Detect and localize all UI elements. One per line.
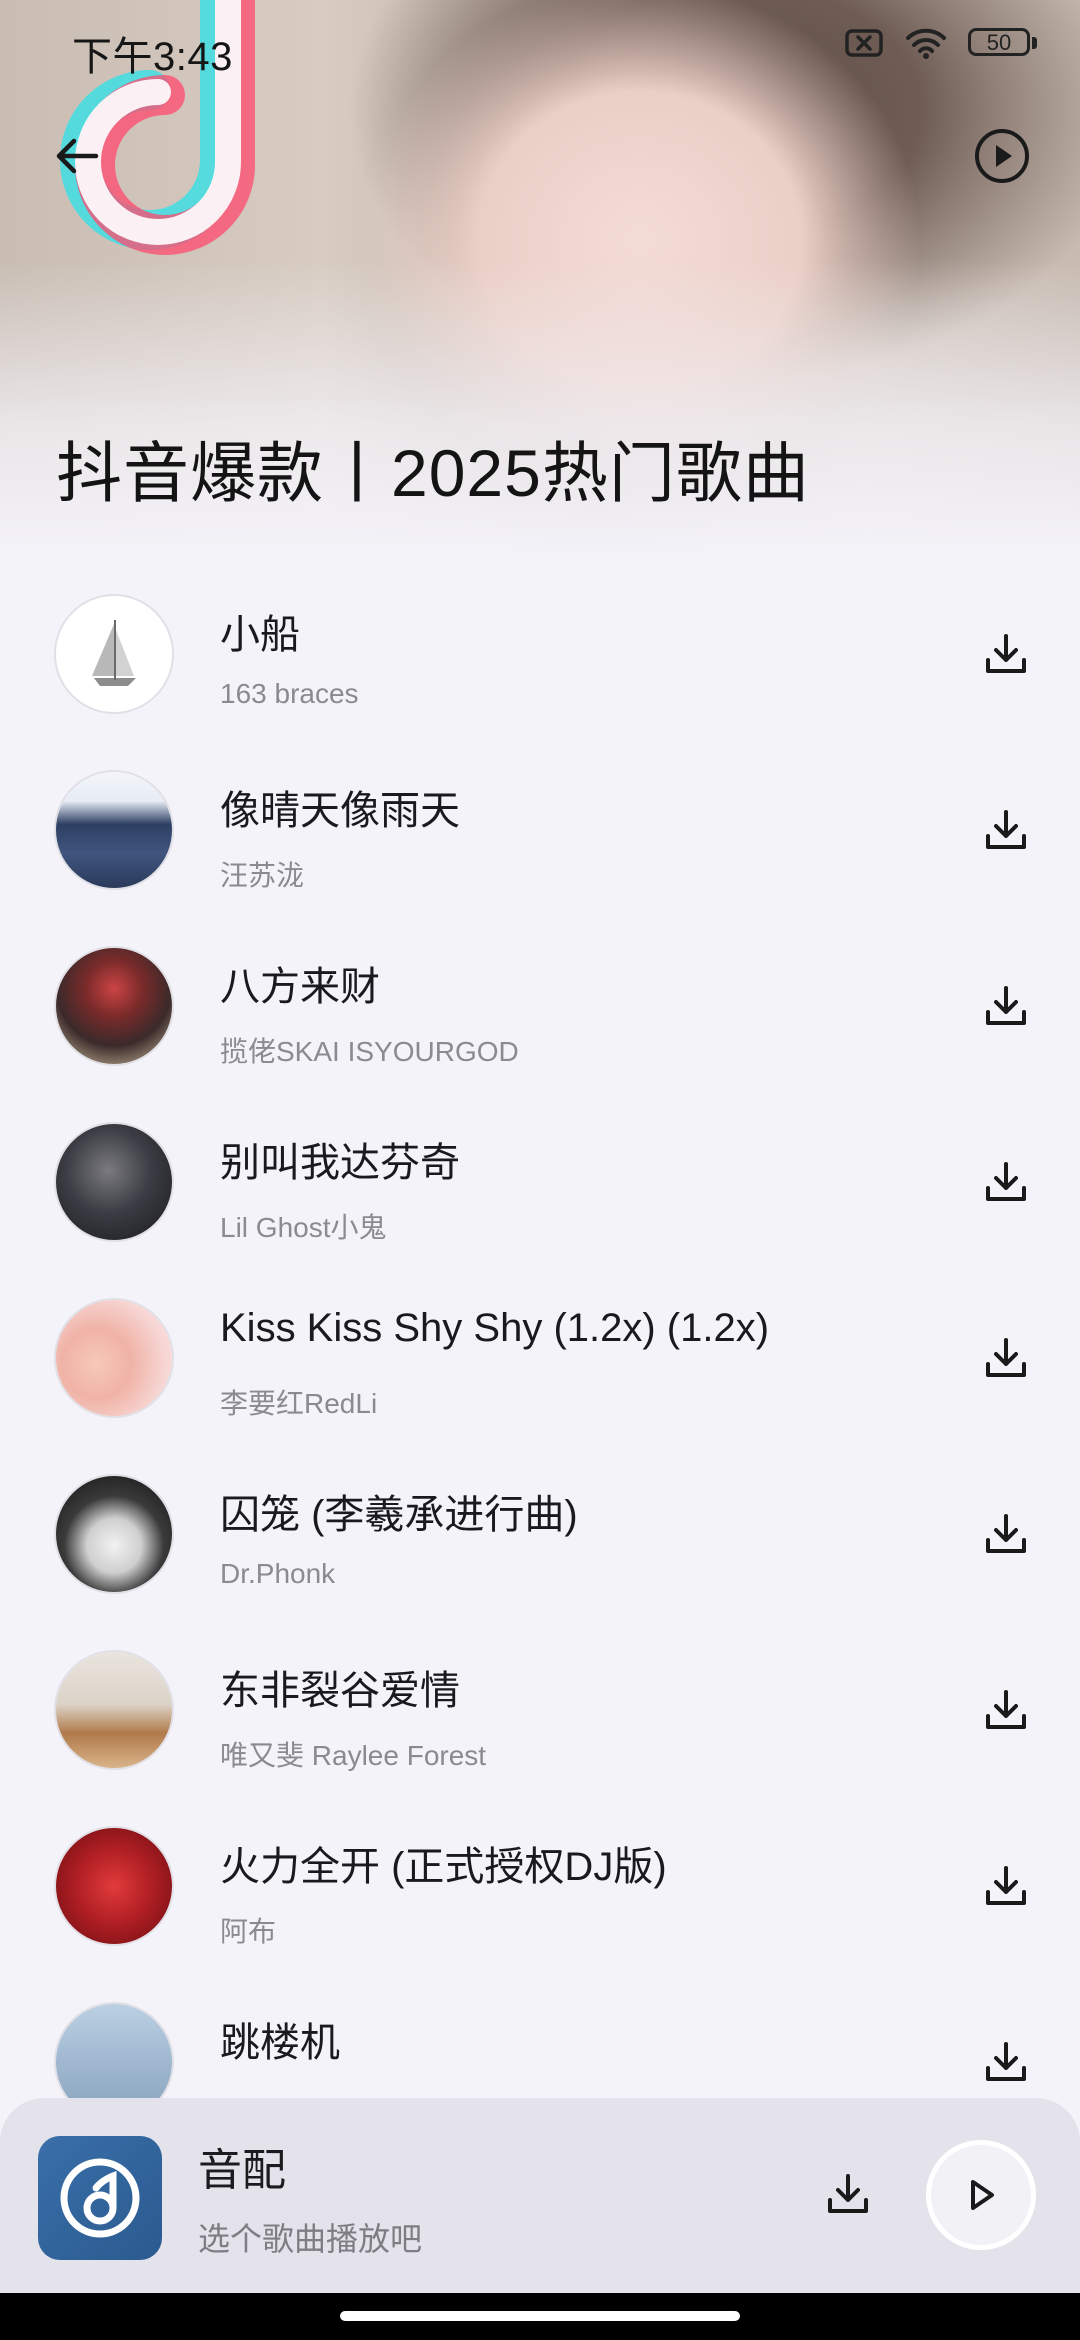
playlist-title: 抖音爆款丨2025热门歌曲 (56, 436, 810, 510)
back-button[interactable] (38, 116, 118, 196)
download-button[interactable] (970, 1674, 1042, 1746)
arrow-left-icon (56, 138, 99, 174)
home-indicator[interactable] (340, 2311, 740, 2321)
player-play-button[interactable] (926, 2140, 1036, 2250)
player-subtitle: 选个歌曲播放吧 (198, 2221, 423, 2257)
download-icon (986, 986, 1026, 1025)
album-cover (56, 1300, 172, 1416)
sim-disabled-icon (845, 29, 883, 57)
song-artist: 汪苏泷 (220, 860, 305, 891)
play-circle-icon (975, 129, 1029, 183)
album-cover (56, 948, 172, 1064)
song-artist: 唯又斐 Raylee Forest (220, 1740, 487, 1771)
download-button[interactable] (970, 1498, 1042, 1570)
player-title: 音配 (198, 2146, 286, 2195)
song-artist: Dr.Phonk (220, 1558, 336, 1589)
song-title: 别叫我达芬奇 (220, 1141, 460, 1185)
song-title: 跳楼机 (220, 2021, 340, 2065)
song-row[interactable]: 像晴天像雨天 汪苏泷 (0, 736, 1080, 912)
download-icon (986, 1866, 1026, 1905)
wifi-icon (906, 28, 946, 59)
download-icon (986, 1690, 1026, 1729)
song-artist: Lil Ghost小鬼 (220, 1212, 387, 1243)
download-icon (986, 1338, 1026, 1377)
album-cover (56, 1828, 172, 1944)
song-artist: 163 braces (220, 678, 359, 709)
player-download-button[interactable] (812, 2158, 884, 2230)
download-button[interactable] (970, 794, 1042, 866)
download-button[interactable] (970, 618, 1042, 690)
album-cover (56, 596, 172, 712)
play-icon (971, 2180, 994, 2210)
song-title: 火力全开 (正式授权DJ版) (220, 1845, 667, 1889)
song-artist: 阿布 (220, 1916, 277, 1947)
status-time: 下午3:43 (72, 35, 233, 79)
navigation-bar (0, 2293, 1080, 2340)
song-title: 像晴天像雨天 (220, 789, 460, 833)
song-title: Kiss Kiss Shy Shy (1.2x) (1.2x) (220, 1306, 770, 1350)
download-button[interactable] (970, 2026, 1042, 2098)
download-button[interactable] (970, 1146, 1042, 1218)
music-note-logo-icon (60, 2158, 140, 2238)
download-icon (986, 634, 1026, 673)
download-icon (986, 810, 1026, 849)
song-row[interactable]: 东非裂谷爱情 唯又斐 Raylee Forest (0, 1616, 1080, 1792)
song-row[interactable]: Kiss Kiss Shy Shy (1.2x) (1.2x) 李要红RedLi (0, 1264, 1080, 1440)
album-cover (56, 1652, 172, 1768)
status-icons: 50 (844, 26, 1040, 60)
song-row[interactable]: 火力全开 (正式授权DJ版) 阿布 (0, 1792, 1080, 1968)
song-title: 小船 (220, 613, 300, 657)
song-title: 八方来财 (220, 965, 380, 1009)
download-icon (986, 1162, 1026, 1201)
album-cover (56, 772, 172, 888)
download-button[interactable] (970, 970, 1042, 1042)
download-button[interactable] (970, 1850, 1042, 1922)
download-icon (986, 2042, 1026, 2081)
song-title: 东非裂谷爱情 (220, 1669, 460, 1713)
download-icon (986, 1514, 1026, 1553)
album-cover (56, 1124, 172, 1240)
download-button[interactable] (970, 1322, 1042, 1394)
battery-icon: 50 (968, 26, 1040, 60)
album-cover (56, 1476, 172, 1592)
song-title: 囚笼 (李羲承进行曲) (220, 1493, 578, 1537)
app-logo (38, 2136, 162, 2260)
song-row[interactable]: 囚笼 (李羲承进行曲) Dr.Phonk (0, 1440, 1080, 1616)
song-row[interactable]: 八方来财 揽佬SKAI ISYOURGOD (0, 912, 1080, 1088)
battery-level: 50 (986, 30, 1012, 55)
song-row[interactable]: 别叫我达芬奇 Lil Ghost小鬼 (0, 1088, 1080, 1264)
song-artist: 李要红RedLi (220, 1388, 378, 1419)
mini-player[interactable]: 音配 选个歌曲播放吧 (0, 2098, 1080, 2293)
song-artist: 揽佬SKAI ISYOURGOD (220, 1036, 519, 1067)
download-icon (828, 2174, 868, 2213)
status-bar: 下午3:43 50 (0, 0, 1080, 96)
song-row[interactable]: 小船 163 braces (0, 560, 1080, 736)
play-all-button[interactable] (962, 116, 1042, 196)
